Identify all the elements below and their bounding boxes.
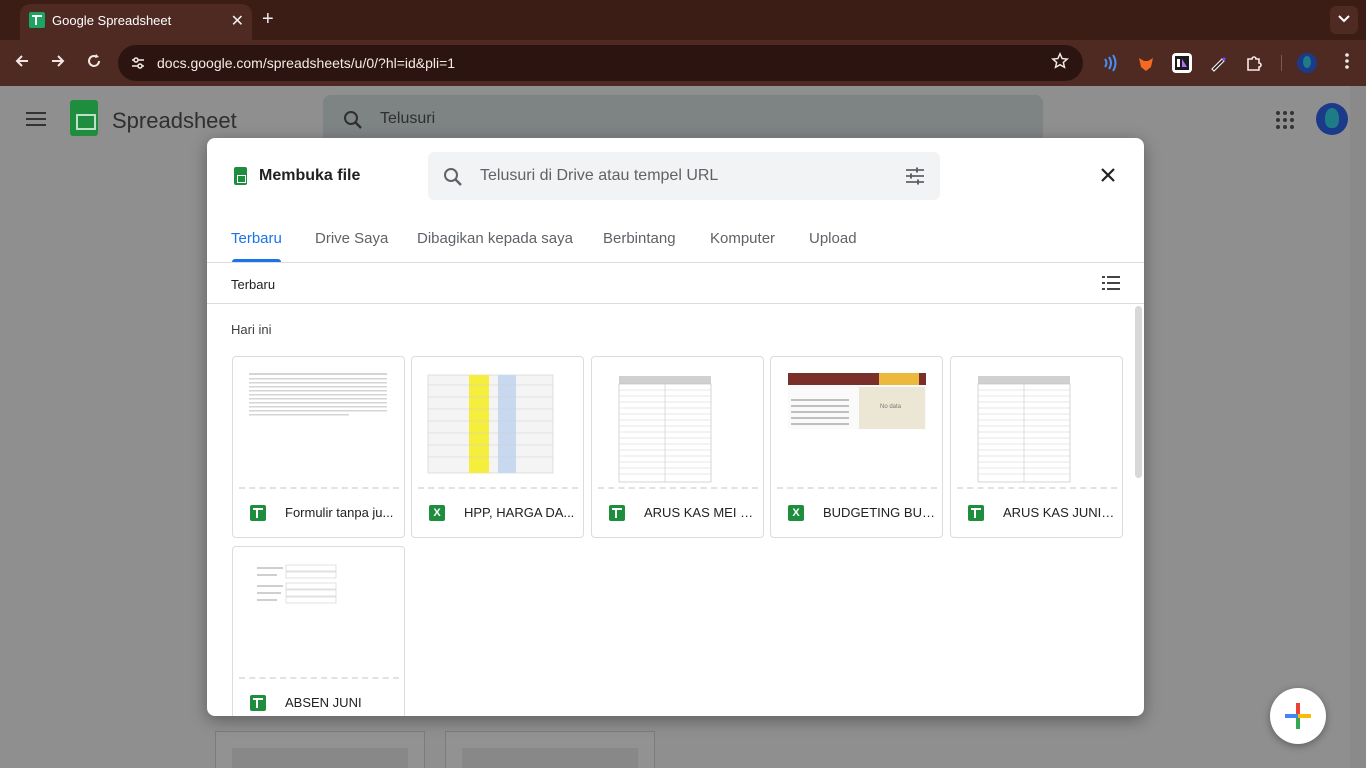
fox-extension-icon[interactable] (1136, 53, 1156, 73)
page-search-placeholder: Telusuri (380, 110, 436, 127)
background-file-thumbnail (215, 731, 425, 768)
file-thumbnail (257, 564, 337, 604)
sheets-file-icon (234, 167, 247, 185)
browser-tab[interactable]: Google Spreadsheet ✕ (20, 4, 252, 40)
sheets-logo-icon[interactable] (70, 100, 98, 136)
create-new-button[interactable] (1270, 688, 1326, 744)
account-avatar[interactable] (1316, 103, 1348, 135)
google-sheets-icon (968, 505, 984, 521)
google-sheets-icon (609, 505, 625, 521)
google-sheets-icon (250, 695, 266, 711)
tab-drive-saya[interactable]: Drive Saya (315, 230, 388, 247)
drive-search-placeholder[interactable]: Telusuri di Drive atau tempel URL (480, 167, 718, 185)
site-settings-icon[interactable] (130, 55, 146, 71)
file-name: ARUS KAS JUNI ... (1003, 505, 1115, 520)
tab-berbintang[interactable]: Berbintang (603, 230, 676, 247)
page-scrollbar[interactable] (1350, 86, 1366, 768)
address-bar[interactable]: docs.google.com/spreadsheets/u/0/?hl=id&… (118, 45, 1083, 81)
plus-icon (1285, 703, 1311, 729)
dialog-scrollbar[interactable] (1135, 306, 1142, 478)
file-card[interactable]: ABSEN JUNI (232, 546, 405, 716)
drive-search-input[interactable]: Telusuri di Drive atau tempel URL (428, 152, 940, 200)
reload-button[interactable] (83, 52, 105, 74)
file-card[interactable]: ARUS KAS JUNI ... (950, 356, 1123, 538)
browser-menu-button[interactable] (1336, 52, 1358, 74)
file-thumbnail (788, 373, 926, 429)
file-name: ARUS KAS MEI 2... (644, 505, 756, 520)
tab-search-button[interactable] (1330, 6, 1358, 34)
tab-extension-icon[interactable] (1172, 53, 1192, 73)
pen-extension-icon[interactable] (1208, 53, 1228, 73)
forward-button[interactable] (47, 52, 69, 74)
card-divider (957, 487, 1117, 489)
search-options-icon[interactable] (905, 167, 925, 185)
chevron-down-icon (1338, 15, 1350, 23)
app-name[interactable]: Spreadsheet (112, 108, 237, 134)
profile-avatar[interactable] (1297, 53, 1317, 73)
close-icon (1101, 168, 1115, 182)
card-divider (239, 677, 399, 679)
card-divider (777, 487, 937, 489)
section-heading: Hari ini (231, 322, 272, 337)
file-name: HPP, HARGA DA... (464, 505, 575, 520)
search-icon (444, 168, 462, 186)
file-card[interactable]: ARUS KAS MEI 2... (591, 356, 764, 538)
puzzle-extensions-icon[interactable] (1244, 53, 1264, 73)
google-apps-icon[interactable] (1276, 111, 1294, 129)
background-file-thumbnail (445, 731, 655, 768)
more-vert-icon (1345, 53, 1349, 69)
search-icon (344, 111, 362, 129)
excel-icon: X (429, 505, 445, 521)
card-divider (598, 487, 758, 489)
sheets-favicon-icon (29, 12, 45, 28)
file-card[interactable]: No data X BUDGETING BUL... (770, 356, 943, 538)
main-menu-icon[interactable] (26, 112, 46, 126)
google-sheets-icon (250, 505, 266, 521)
close-dialog-button[interactable] (1097, 165, 1119, 187)
new-tab-button[interactable]: + (262, 8, 274, 30)
browser-tab-strip: Google Spreadsheet ✕ + (0, 0, 1366, 40)
file-name: Formulir tanpa ju... (285, 505, 394, 520)
tab-dibagikan[interactable]: Dibagikan kepada saya (417, 230, 573, 247)
page-search-bar[interactable]: Telusuri (323, 95, 1043, 143)
reload-icon (88, 54, 100, 67)
arrow-left-icon (15, 55, 28, 67)
file-name: BUDGETING BUL... (823, 505, 935, 520)
wireless-extension-icon[interactable] (1100, 53, 1120, 73)
dialog-title: Membuka file (259, 167, 361, 184)
arrow-right-icon (52, 55, 65, 67)
sort-label[interactable]: Terbaru (231, 277, 275, 292)
tab-upload[interactable]: Upload (809, 230, 857, 247)
close-tab-icon[interactable]: ✕ (231, 11, 244, 31)
open-file-dialog: Membuka file Telusuri di Drive atau temp… (207, 138, 1144, 716)
list-view-icon[interactable] (1102, 275, 1120, 291)
back-button[interactable] (11, 52, 33, 74)
card-divider (418, 487, 578, 489)
browser-tab-title: Google Spreadsheet (52, 13, 172, 28)
file-card[interactable]: X HPP, HARGA DA... (411, 356, 584, 538)
card-divider (239, 487, 399, 489)
file-card[interactable]: Formulir tanpa ju... (232, 356, 405, 538)
bookmark-star-icon[interactable] (1051, 52, 1069, 70)
chart-no-data-text: No data (880, 404, 902, 410)
file-thumbnail (977, 376, 1071, 483)
excel-icon: X (788, 505, 804, 521)
browser-toolbar: docs.google.com/spreadsheets/u/0/?hl=id&… (0, 40, 1366, 86)
sort-bar: Terbaru (207, 263, 1144, 304)
source-tabs: Terbaru Drive Saya Dibagikan kepada saya… (207, 218, 1144, 263)
url-text[interactable]: docs.google.com/spreadsheets/u/0/?hl=id&… (157, 55, 455, 71)
file-thumbnail (249, 373, 387, 416)
active-tab-indicator (232, 259, 281, 262)
file-thumbnail (618, 376, 712, 483)
tab-terbaru[interactable]: Terbaru (231, 230, 282, 247)
file-thumbnail (427, 374, 554, 474)
toolbar-divider (1281, 55, 1282, 71)
file-name: ABSEN JUNI (285, 695, 362, 710)
tab-komputer[interactable]: Komputer (710, 230, 775, 247)
